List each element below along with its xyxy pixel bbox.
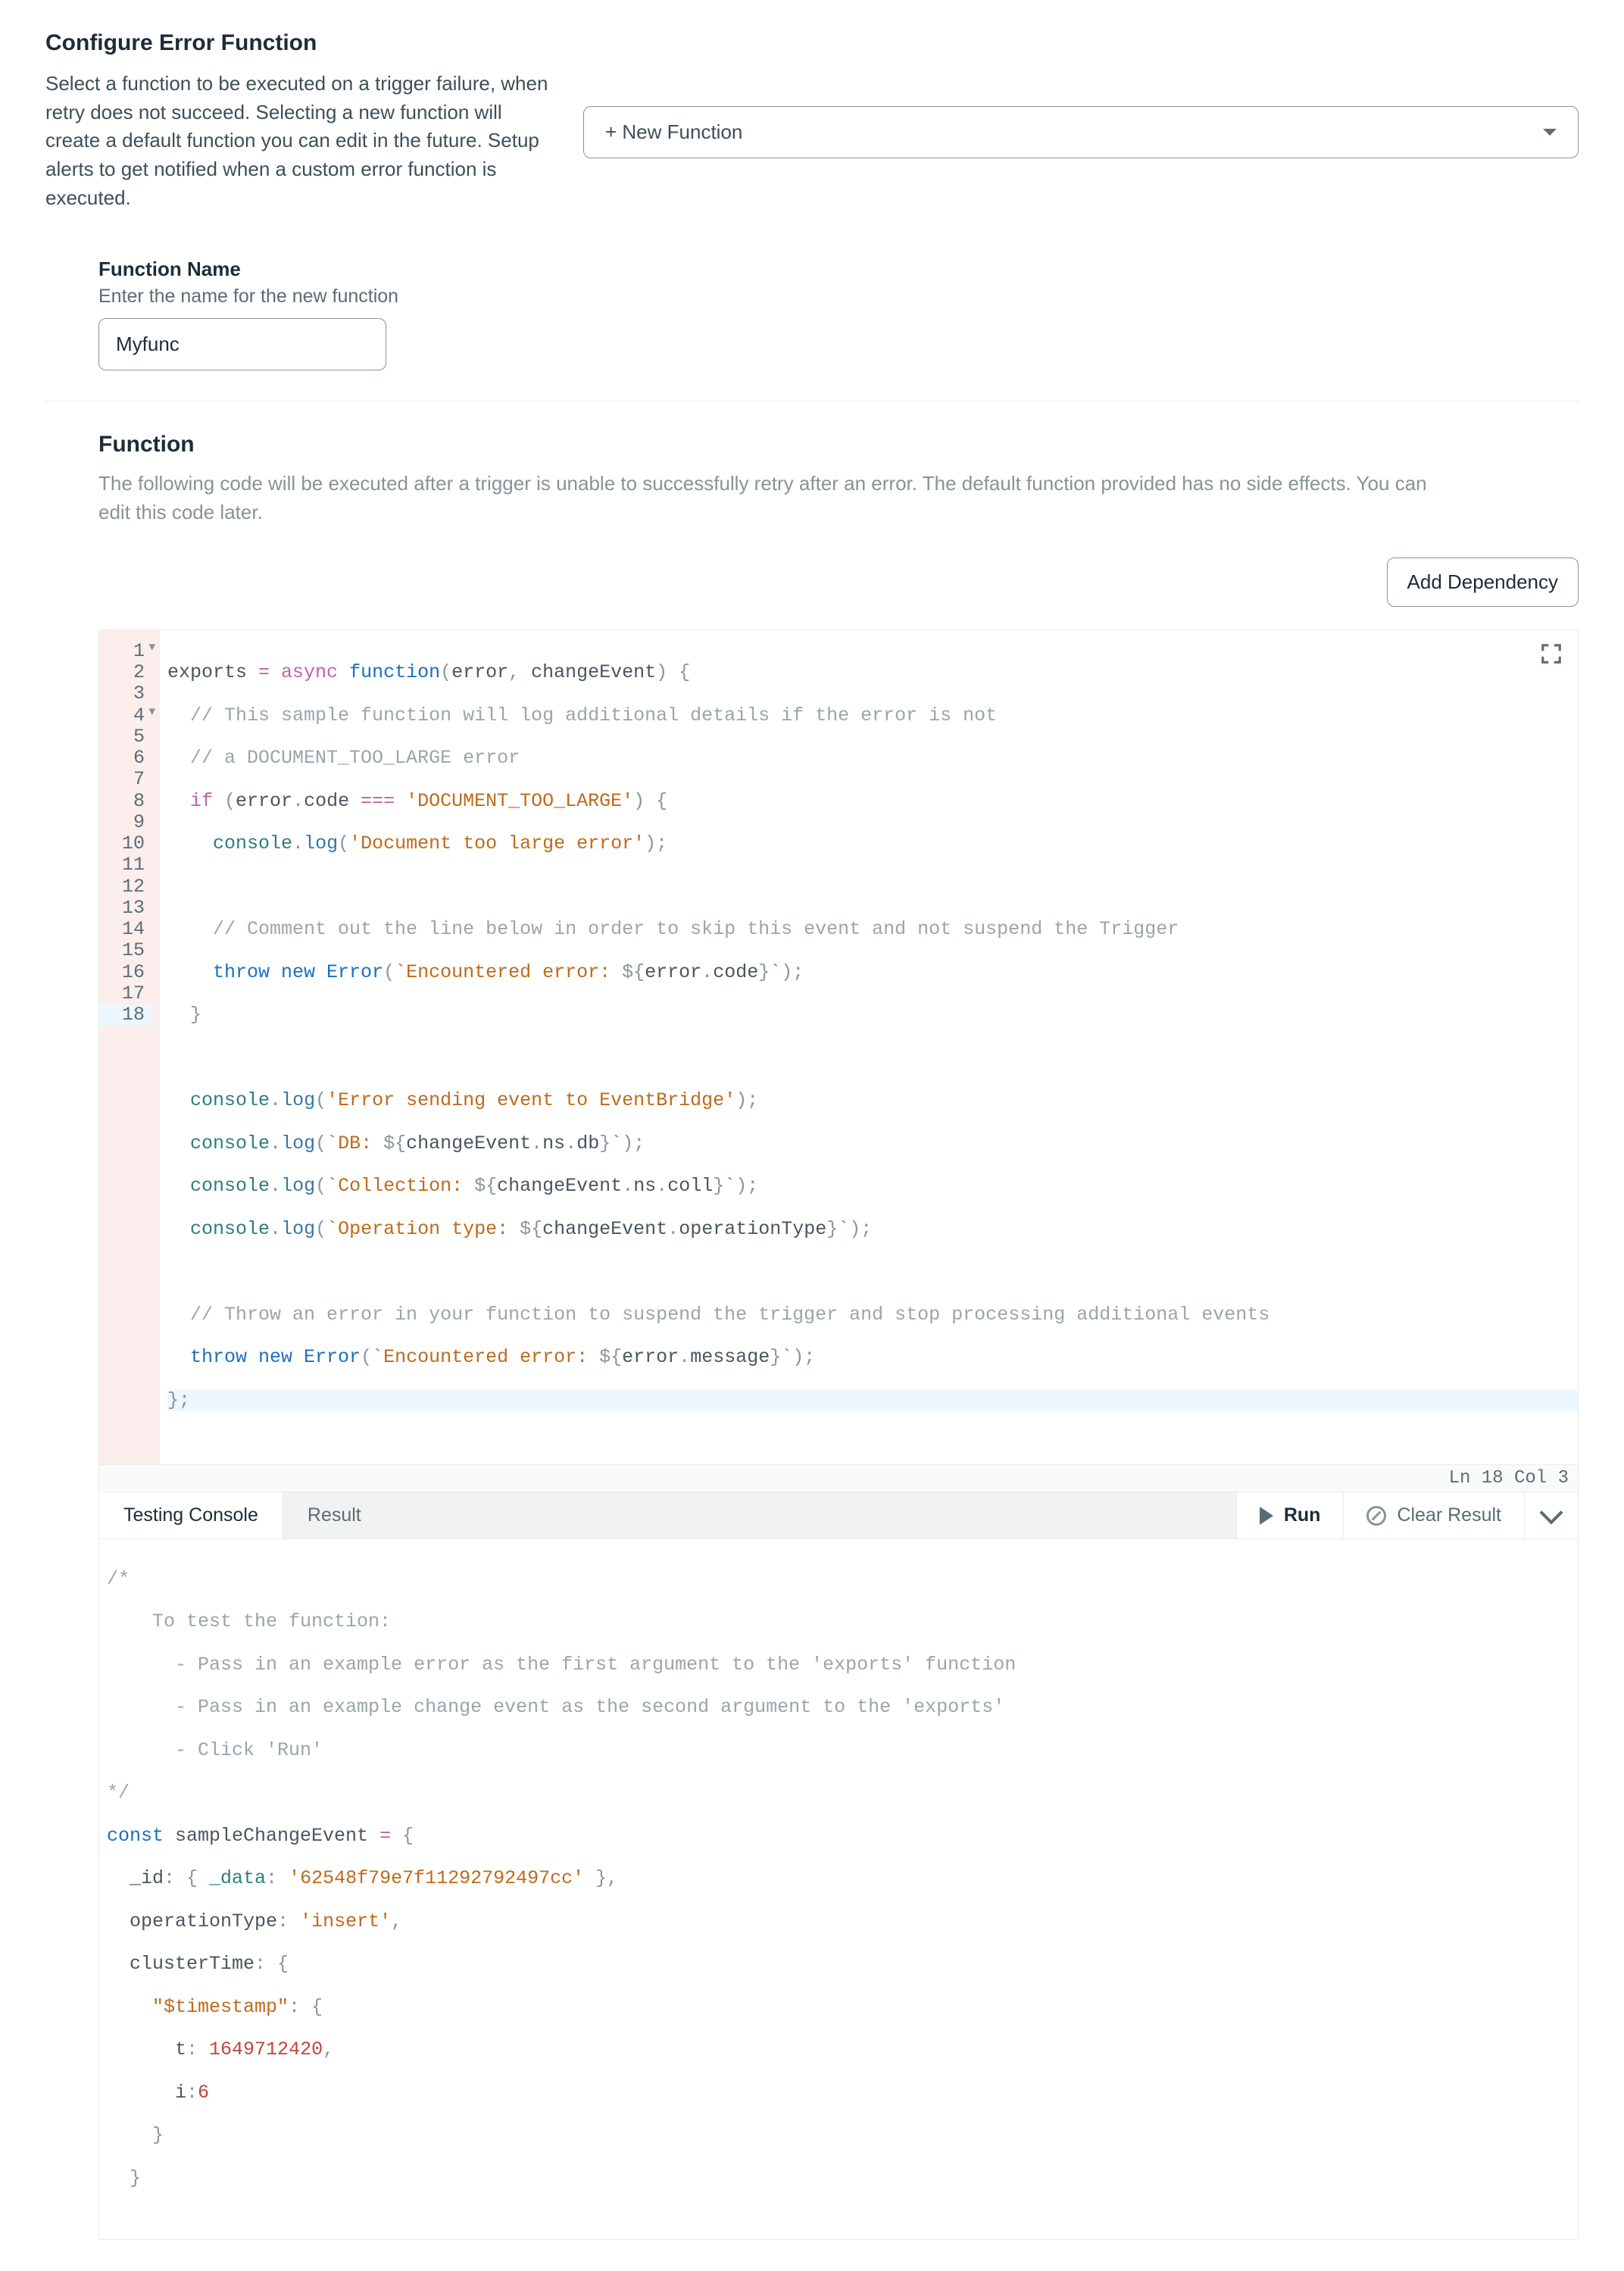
editor-status: Ln 18 Col 3 (98, 1465, 1579, 1492)
testing-console-editor[interactable]: /* To test the function: - Pass in an ex… (98, 1539, 1579, 2240)
clear-icon (1366, 1506, 1386, 1526)
new-function-dropdown[interactable]: + New Function (583, 106, 1579, 158)
collapse-console-button[interactable] (1524, 1492, 1578, 1538)
function-name-label: Function Name (98, 258, 1579, 281)
function-title: Function (98, 432, 1579, 458)
play-icon (1260, 1507, 1273, 1525)
chevron-down-icon (1539, 1501, 1563, 1524)
function-description: The following code will be executed afte… (98, 470, 1462, 526)
function-section: Function The following code will be exec… (98, 432, 1579, 2240)
chevron-down-icon (1543, 129, 1557, 136)
editor-body[interactable]: exports = async function(error, changeEv… (160, 630, 1578, 1465)
function-name-section: Function Name Enter the name for the new… (98, 258, 1579, 370)
dropdown-selected-label: + New Function (605, 120, 742, 144)
header-section: Configure Error Function Select a functi… (45, 30, 1579, 212)
console-tabs: Testing Console Result Run Clear Result (98, 1492, 1579, 1539)
editor-gutter: 1 2 3 4 5 6 7 8 9 10 11 12 13 14 15 16 1… (99, 630, 160, 1465)
clear-result-button[interactable]: Clear Result (1343, 1492, 1524, 1538)
tab-testing-console[interactable]: Testing Console (99, 1492, 283, 1538)
tab-result[interactable]: Result (283, 1492, 386, 1538)
run-label: Run (1284, 1504, 1321, 1526)
add-dependency-button[interactable]: Add Dependency (1387, 558, 1579, 607)
page-title: Configure Error Function (45, 30, 1579, 56)
function-name-input[interactable] (98, 318, 386, 370)
clear-label: Clear Result (1397, 1504, 1501, 1526)
page-description: Select a function to be executed on a tr… (45, 70, 553, 212)
function-name-sublabel: Enter the name for the new function (98, 286, 1579, 308)
code-editor[interactable]: 1 2 3 4 5 6 7 8 9 10 11 12 13 14 15 16 1… (98, 629, 1579, 1466)
run-button[interactable]: Run (1236, 1492, 1344, 1538)
